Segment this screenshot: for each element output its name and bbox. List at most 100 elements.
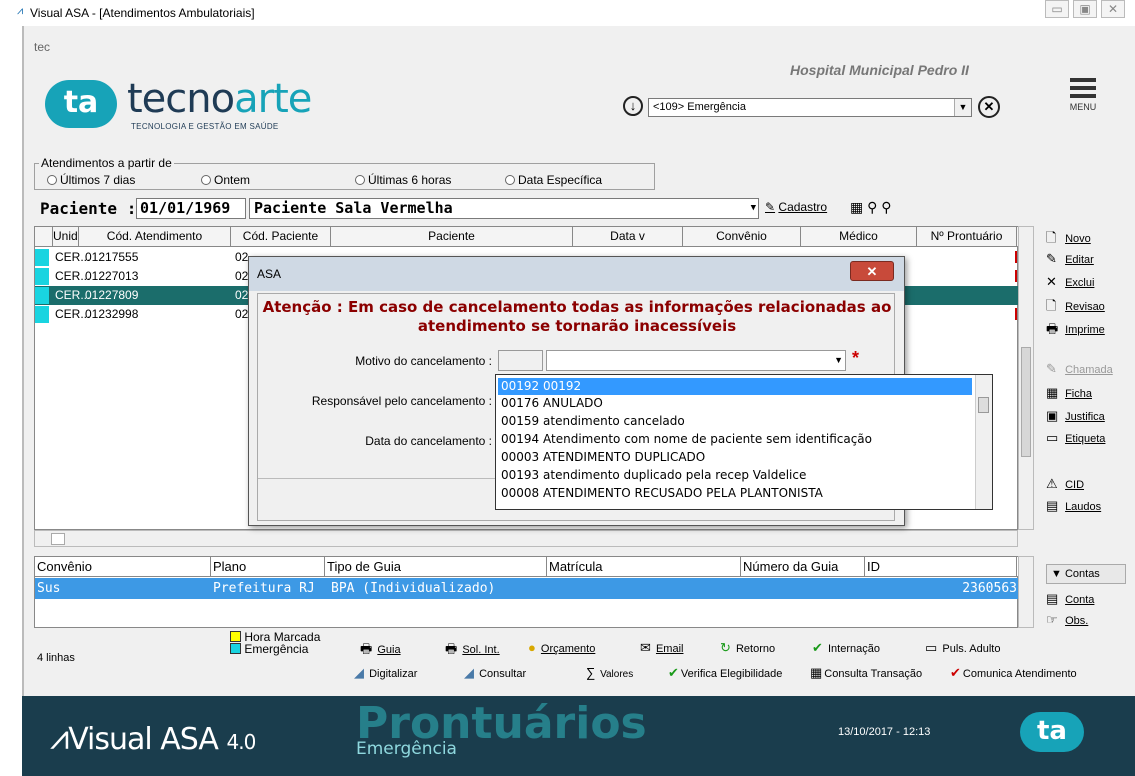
ficha-button[interactable]: ▦ Ficha [1046,385,1092,401]
motivo-label: Motivo do cancelamento : [355,354,492,368]
revisao-button[interactable]: 🗋 Revisao [1046,297,1105,319]
col-cod-paciente[interactable]: Cód. Paciente [231,227,331,247]
patient-date-field[interactable]: 01/01/1969 [136,198,246,219]
scroll-thumb[interactable] [1021,347,1031,457]
col-numero-guia[interactable]: Número da Guia [741,557,865,577]
contas-button[interactable]: ▼ Contas [1046,564,1126,584]
print-icon: 🖶 [445,641,458,656]
zoom-icon[interactable]: ⚲ [881,199,891,215]
table-row[interactable]: CER... 01217555 02 [35,248,250,267]
col-cod-atendimento[interactable]: Cód. Atendimento [79,227,231,247]
email-button[interactable]: ✉ Email [640,640,683,656]
maximize-button[interactable]: ▣ [1073,0,1097,18]
grid-vertical-scrollbar[interactable] [1018,226,1034,530]
valores-button[interactable]: ∑ Valores [586,665,633,680]
cell-tipo: BPA (Individualizado) [331,581,496,596]
download-icon[interactable]: ↓ [623,96,643,116]
puls-adulto-button[interactable]: ▭ Puls. Adulto [925,640,1000,656]
user-label: tec [34,40,51,54]
col-convenio[interactable]: Convênio [35,557,211,577]
radio-data-especifica[interactable]: Data Específica [505,173,602,187]
imprime-button[interactable]: 🖶 Imprime [1046,320,1105,342]
list-item[interactable]: 00003 ATENDIMENTO DUPLICADO [498,449,972,466]
col-paciente[interactable]: Paciente [331,227,573,247]
dropdown-scrollbar[interactable] [975,375,992,509]
scroll-thumb[interactable] [51,533,65,545]
patient-tools: ▦ ⚲ ⚲ [850,199,892,216]
etiqueta-button[interactable]: ▭ Etiqueta [1046,430,1105,446]
col-convenio[interactable]: Convênio [683,227,801,247]
chevron-down-icon[interactable]: ▼ [954,99,971,116]
col-matricula[interactable]: Matrícula [547,557,741,577]
list-item[interactable]: 00008 ATENDIMENTO RECUSADO PELA PLANTONI… [498,485,972,502]
brand-tagline: TECNOLOGIA E GESTÃO EM SAÚDE [131,122,279,131]
orcamento-button[interactable]: ● Orçamento [528,640,595,655]
col-id[interactable]: ID [865,557,1017,577]
justifica-button[interactable]: ▣ Justifica [1046,408,1105,424]
col-medico[interactable]: Médico [801,227,917,247]
table-row[interactable]: CER... 01227013 02 [35,267,250,286]
grid-horizontal-scrollbar[interactable] [34,530,1018,547]
consulta-transacao-button[interactable]: ▦ Consulta Transação [810,665,922,681]
conta-button[interactable]: ▤ Conta [1046,591,1094,607]
col-data[interactable]: Data v [573,227,683,247]
billing-vertical-scrollbar[interactable] [1018,556,1034,628]
unit-select[interactable]: <109> Emergência ▼ [648,98,972,117]
menu-button[interactable]: MENU [1057,72,1109,130]
app-logo-icon: ⩘ [17,5,24,17]
internacao-button[interactable]: ✔ Internação [812,640,880,656]
cid-button[interactable]: ⚠ CID [1046,476,1084,492]
close-circle-icon[interactable]: ✕ [978,96,1000,118]
laudos-button[interactable]: ▤ Laudos [1046,498,1101,514]
novo-button[interactable]: 🗋 Novo [1046,229,1091,251]
list-item[interactable]: 00176 ANULADO [498,395,972,412]
exclui-button[interactable]: ✕ Exclui [1046,274,1094,290]
sigma-icon: ∑ [586,665,596,680]
chamada-button[interactable]: ✎ Chamada [1046,361,1113,377]
dialog-close-button[interactable]: ✕ [850,261,894,281]
billing-grid-header: Convênio Plano Tipo de Guia Matrícula Nú… [35,557,1019,577]
patient-name-select[interactable]: Paciente Sala Vermelha ▼ [249,198,759,219]
col-plano[interactable]: Plano [211,557,325,577]
sol-int-button[interactable]: 🖶 Sol. Int. [445,640,500,662]
hospital-name: Hospital Municipal Pedro II [790,62,969,78]
list-item[interactable]: 00193 atendimento duplicado pela recep V… [498,467,972,484]
list-item[interactable]: 00192 00192 [498,378,972,395]
required-marker: * [852,348,860,368]
scroll-thumb[interactable] [978,397,989,413]
check-icon: ✔ [668,665,679,680]
footer-ta-logo-icon: ta [1020,712,1084,752]
digitalizar-button[interactable]: ◢ Digitalizar [354,665,417,681]
motivo-dropdown-list[interactable]: 00192 00192 00176 ANULADO 00159 atendime… [495,374,993,510]
col-unidade[interactable]: Unidade [53,227,79,247]
minimize-button[interactable]: ▭ [1045,0,1069,18]
table-row[interactable]: CER... 01232998 02 [35,305,250,324]
tecnoarte-logo-icon: ta [45,80,117,128]
dialog-warning: Atenção : Em caso de cancelamento todas … [262,298,892,335]
motivo-select[interactable]: ▼ [546,350,846,371]
status-marker [1015,308,1017,320]
obs-button[interactable]: ☞ Obs. [1046,612,1088,628]
table-row-selected[interactable]: Sus Prefeitura RJ BPA (Individualizado) … [35,578,1019,599]
verifica-elegibilidade-button[interactable]: ✔ Verifica Elegibilidade [668,665,782,681]
comunica-atendimento-button[interactable]: ✔ Comunica Atendimento [950,665,1077,681]
editar-button[interactable]: ✎ Editar [1046,251,1094,267]
col-prontuario[interactable]: Nº Prontuário [917,227,1017,247]
col-tipo-guia[interactable]: Tipo de Guia [325,557,547,577]
guia-button[interactable]: 🖶 Guia [360,640,401,662]
close-window-button[interactable]: ✕ [1101,0,1125,18]
retorno-button[interactable]: ↻ Retorno [720,640,775,656]
chevron-down-icon[interactable]: ▼ [834,355,843,365]
camera-icon[interactable]: ▦ [850,199,863,215]
list-item[interactable]: 00194 Atendimento com nome de paciente s… [498,431,972,448]
search-icon[interactable]: ⚲ [867,199,877,215]
radio-ontem[interactable]: Ontem [201,173,250,187]
motivo-code-field[interactable] [498,350,543,371]
check-icon: ✔ [812,640,823,655]
consultar-button[interactable]: ◢ Consultar [464,665,526,681]
radio-ultimas-6-horas[interactable]: Últimas 6 horas [355,173,451,187]
radio-ultimos-7-dias[interactable]: Últimos 7 dias [47,173,135,187]
chevron-down-icon[interactable]: ▼ [751,199,756,218]
cadastro-button[interactable]: ✎ Cadastro [765,200,827,214]
list-item[interactable]: 00159 atendimento cancelado [498,413,972,430]
